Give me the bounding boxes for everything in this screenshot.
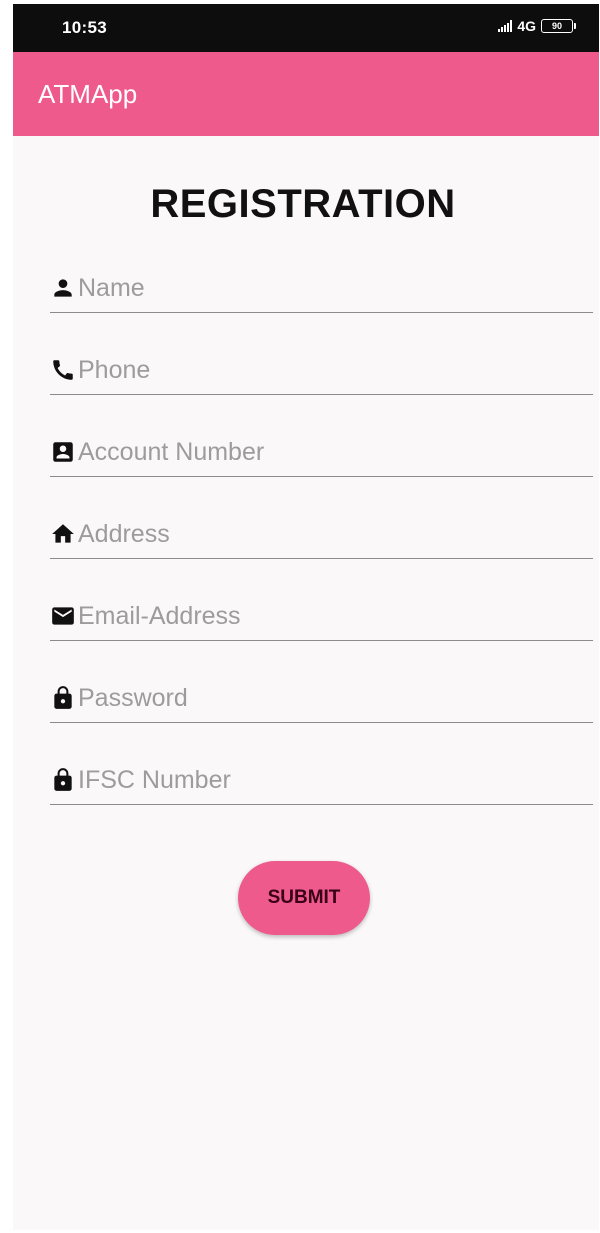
home-icon [50,521,76,547]
lock-icon [50,685,76,711]
signal-icon [498,20,513,32]
ifsc-number-field[interactable] [50,756,593,805]
network-type: 4G [517,18,536,34]
password-input[interactable] [78,683,578,713]
lock-icon [50,767,76,793]
status-indicators: 4G 90 [498,18,576,34]
email-input[interactable] [78,601,578,631]
name-field[interactable] [50,264,593,313]
account-number-field[interactable] [50,428,593,477]
address-input[interactable] [78,519,578,549]
account-number-input[interactable] [78,437,578,467]
mail-icon [50,603,76,629]
battery-icon: 90 [541,19,576,33]
status-time: 10:53 [62,18,107,37]
phone-screen: 10:53 4G 90 ATMApp REGISTRATION Name Pho… [13,4,599,1230]
email-field[interactable] [50,592,593,641]
person-icon [50,275,76,301]
phone-field[interactable] [50,346,593,395]
submit-button[interactable]: SUBMIT [238,861,370,935]
account-box-icon [50,439,76,465]
app-bar: ATMApp [13,52,599,136]
phone-icon [50,357,76,383]
password-field[interactable] [50,674,593,723]
name-input[interactable] [78,273,578,303]
phone-input[interactable] [78,355,578,385]
status-bar: 10:53 4G 90 [13,4,599,52]
address-field[interactable] [50,510,593,559]
ifsc-number-input[interactable] [78,765,578,795]
page-title: REGISTRATION [150,182,456,226]
app-title: ATMApp [38,79,138,109]
